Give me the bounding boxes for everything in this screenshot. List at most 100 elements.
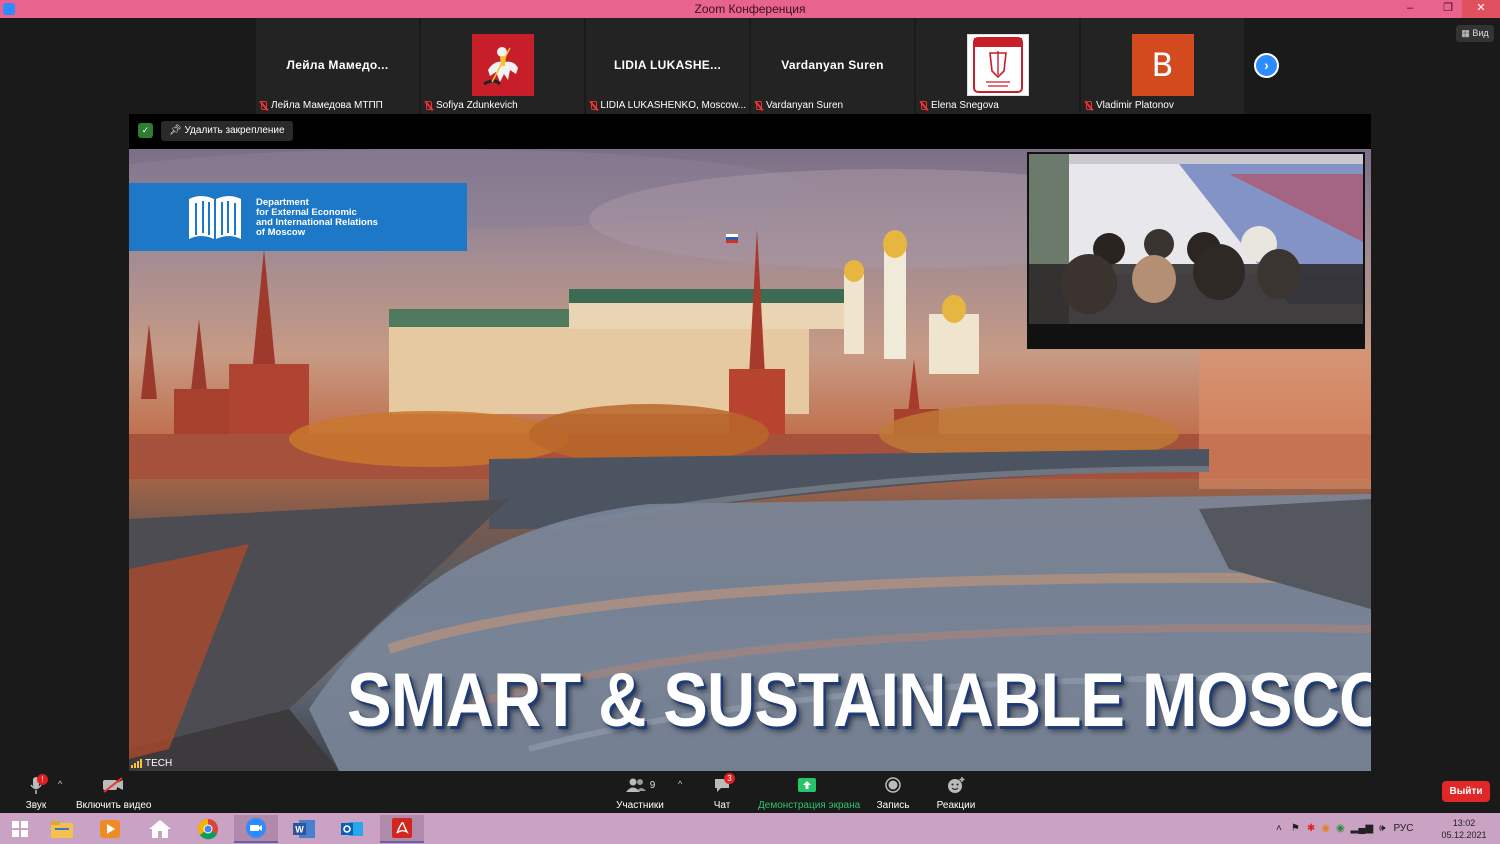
participant-tile[interactable]: Elena Snegova xyxy=(916,18,1079,114)
record-button[interactable]: Запись xyxy=(874,774,912,811)
reactions-label: Реакции xyxy=(936,800,976,811)
chamber-of-commerce-logo-icon xyxy=(966,34,1029,96)
unpin-button[interactable]: 📌︎ Удалить закрепление xyxy=(161,121,293,141)
participant-name: Sofiya Zdunkevich xyxy=(436,100,518,111)
avatar-letter: B xyxy=(1131,34,1194,96)
department-banner: Department for External Economic and Int… xyxy=(129,183,467,251)
update-icon[interactable]: ◉ xyxy=(1321,823,1330,834)
audio-label: Звук xyxy=(25,800,47,811)
audio-alert-badge: ! xyxy=(37,774,48,785)
department-logo-icon xyxy=(189,196,241,239)
moscow-coat-of-arms-icon xyxy=(471,34,534,96)
participants-button[interactable]: 9 Участники xyxy=(612,774,668,811)
system-tray: ˄ ⚑ ✱ ◉ ◉ ▂▄▆ 🕪︎ РУС xyxy=(1276,813,1413,844)
pin-icon: 📌︎ xyxy=(169,125,182,136)
word-icon[interactable]: W xyxy=(282,815,326,843)
participant-tile[interactable]: Sofiya Zdunkevich xyxy=(421,18,584,114)
shared-screen: Department for External Economic and Int… xyxy=(129,149,1371,771)
signal-bars-icon xyxy=(131,759,142,768)
file-explorer-icon[interactable] xyxy=(40,815,84,843)
chat-button[interactable]: 3 Чат xyxy=(706,773,738,811)
taskbar-clock[interactable]: 13:02 05.12.2021 xyxy=(1440,817,1488,841)
view-button[interactable]: ▦ Вид xyxy=(1456,25,1494,42)
tray-expand-icon[interactable]: ˄ xyxy=(1276,823,1282,834)
participant-footer: LIDIA LUKASHENKO, Moscow... xyxy=(589,100,746,111)
chat-label: Чат xyxy=(713,800,731,811)
record-label: Запись xyxy=(876,800,910,811)
leave-meeting-button[interactable]: Выйти xyxy=(1442,781,1490,802)
mic-muted-icon xyxy=(919,100,928,111)
participants-options-chevron-icon[interactable]: ^ xyxy=(678,779,682,789)
participant-tile[interactable]: B Vladimir Platonov xyxy=(1081,18,1244,114)
participant-display-name: Vardanyan Suren xyxy=(781,58,884,72)
participant-display-name: LIDIA LUKASHE... xyxy=(613,58,722,72)
video-off-icon xyxy=(103,777,123,793)
minimize-button[interactable]: – xyxy=(1396,0,1424,18)
participants-label: Участники xyxy=(616,800,664,811)
start-video-button[interactable]: Включить видео xyxy=(76,774,152,811)
audience-video-image xyxy=(1029,154,1363,347)
audio-button[interactable]: ! Звук xyxy=(20,774,52,811)
zoom-taskbar-icon[interactable] xyxy=(234,815,278,843)
meeting-toolbar: ! Звук ^ Включить видео 9 Участники ^ 3 … xyxy=(0,771,1500,813)
participant-name: Vladimir Platonov xyxy=(1096,100,1174,111)
network-icon[interactable]: ▂▄▆ xyxy=(1351,823,1373,834)
participant-name: Лейла Мамедова МТПП xyxy=(271,100,383,111)
participants-icon xyxy=(625,778,646,792)
mic-muted-icon xyxy=(259,100,268,111)
participant-footer: Elena Snegova xyxy=(919,100,1076,111)
clock-time: 13:02 xyxy=(1452,818,1476,828)
connection-status: TECH xyxy=(131,758,172,769)
volume-icon[interactable]: 🕪︎ xyxy=(1379,823,1385,834)
security-icon[interactable]: ◉ xyxy=(1336,823,1345,834)
next-participants-icon[interactable]: › xyxy=(1254,53,1279,78)
svg-text:W: W xyxy=(295,825,304,835)
chat-unread-badge: 3 xyxy=(724,773,735,784)
slide-headline: SMART & SUSTAINABLE MOSCOW xyxy=(347,658,1371,743)
participant-footer: Vardanyan Suren xyxy=(754,100,911,111)
connection-label: TECH xyxy=(145,758,173,769)
view-label: Вид xyxy=(1472,28,1489,38)
pinned-video-bar: ✓ 📌︎ Удалить закрепление xyxy=(129,114,1371,149)
unpin-label: Удалить закрепление xyxy=(184,125,285,136)
department-name: Department for External Economic and Int… xyxy=(256,198,456,238)
reactions-smiley-icon xyxy=(948,777,965,793)
participant-footer: Sofiya Zdunkevich xyxy=(424,100,581,111)
participant-footer: Лейла Мамедова МТПП xyxy=(259,100,416,111)
clock-date: 05.12.2021 xyxy=(1441,830,1487,840)
participant-tile[interactable]: Vardanyan Suren Vardanyan Suren xyxy=(751,18,914,114)
maximize-button[interactable]: ❐ xyxy=(1434,0,1462,18)
flag-icon[interactable]: ⚑ xyxy=(1291,823,1300,834)
windows-taskbar: W ˄ ⚑ ✱ ◉ ◉ ▂▄▆ 🕪︎ РУС 13:02 05.12.2021 xyxy=(0,813,1500,844)
participant-footer: Vladimir Platonov xyxy=(1084,100,1241,111)
media-player-icon[interactable] xyxy=(88,815,132,843)
participant-name: Elena Snegova xyxy=(931,100,999,111)
participant-name: LIDIA LUKASHENKO, Moscow... xyxy=(600,100,746,111)
window-title: Zoom Конференция xyxy=(694,2,806,16)
encryption-shield-icon[interactable]: ✓ xyxy=(138,123,153,138)
chrome-icon[interactable] xyxy=(186,815,230,843)
pdf-reader-icon[interactable] xyxy=(380,815,424,843)
participant-tile[interactable]: Лейла Мамедо... Лейла Мамедова МТПП xyxy=(256,18,419,114)
video-label: Включить видео xyxy=(76,800,152,811)
mic-muted-icon xyxy=(424,100,433,111)
participant-tile[interactable]: LIDIA LUKASHE... LIDIA LUKASHENKO, Mosco… xyxy=(586,18,749,114)
language-indicator[interactable]: РУС xyxy=(1393,823,1413,834)
share-screen-button[interactable]: Демонстрация экрана xyxy=(758,774,860,811)
mic-muted-icon xyxy=(589,100,598,111)
participants-count: 9 xyxy=(649,779,656,791)
mic-muted-icon xyxy=(1084,100,1093,111)
title-bar: Zoom Конференция – ❐ ✕ xyxy=(0,0,1500,18)
audio-options-chevron-icon[interactable]: ^ xyxy=(58,779,62,789)
home-icon[interactable] xyxy=(138,815,182,843)
mic-muted-icon xyxy=(754,100,763,111)
speaker-video-inset xyxy=(1027,152,1365,349)
record-icon xyxy=(885,777,901,793)
antivirus-icon[interactable]: ✱ xyxy=(1307,823,1315,834)
windows-start-icon[interactable] xyxy=(0,815,40,843)
zoom-window: Zoom Конференция – ❐ ✕ Лейла Мамедо... Л… xyxy=(0,0,1500,844)
outlook-icon[interactable] xyxy=(330,815,374,843)
participant-display-name: Лейла Мамедо... xyxy=(286,58,389,72)
reactions-button[interactable]: Реакции xyxy=(934,774,978,811)
close-button[interactable]: ✕ xyxy=(1462,0,1500,18)
